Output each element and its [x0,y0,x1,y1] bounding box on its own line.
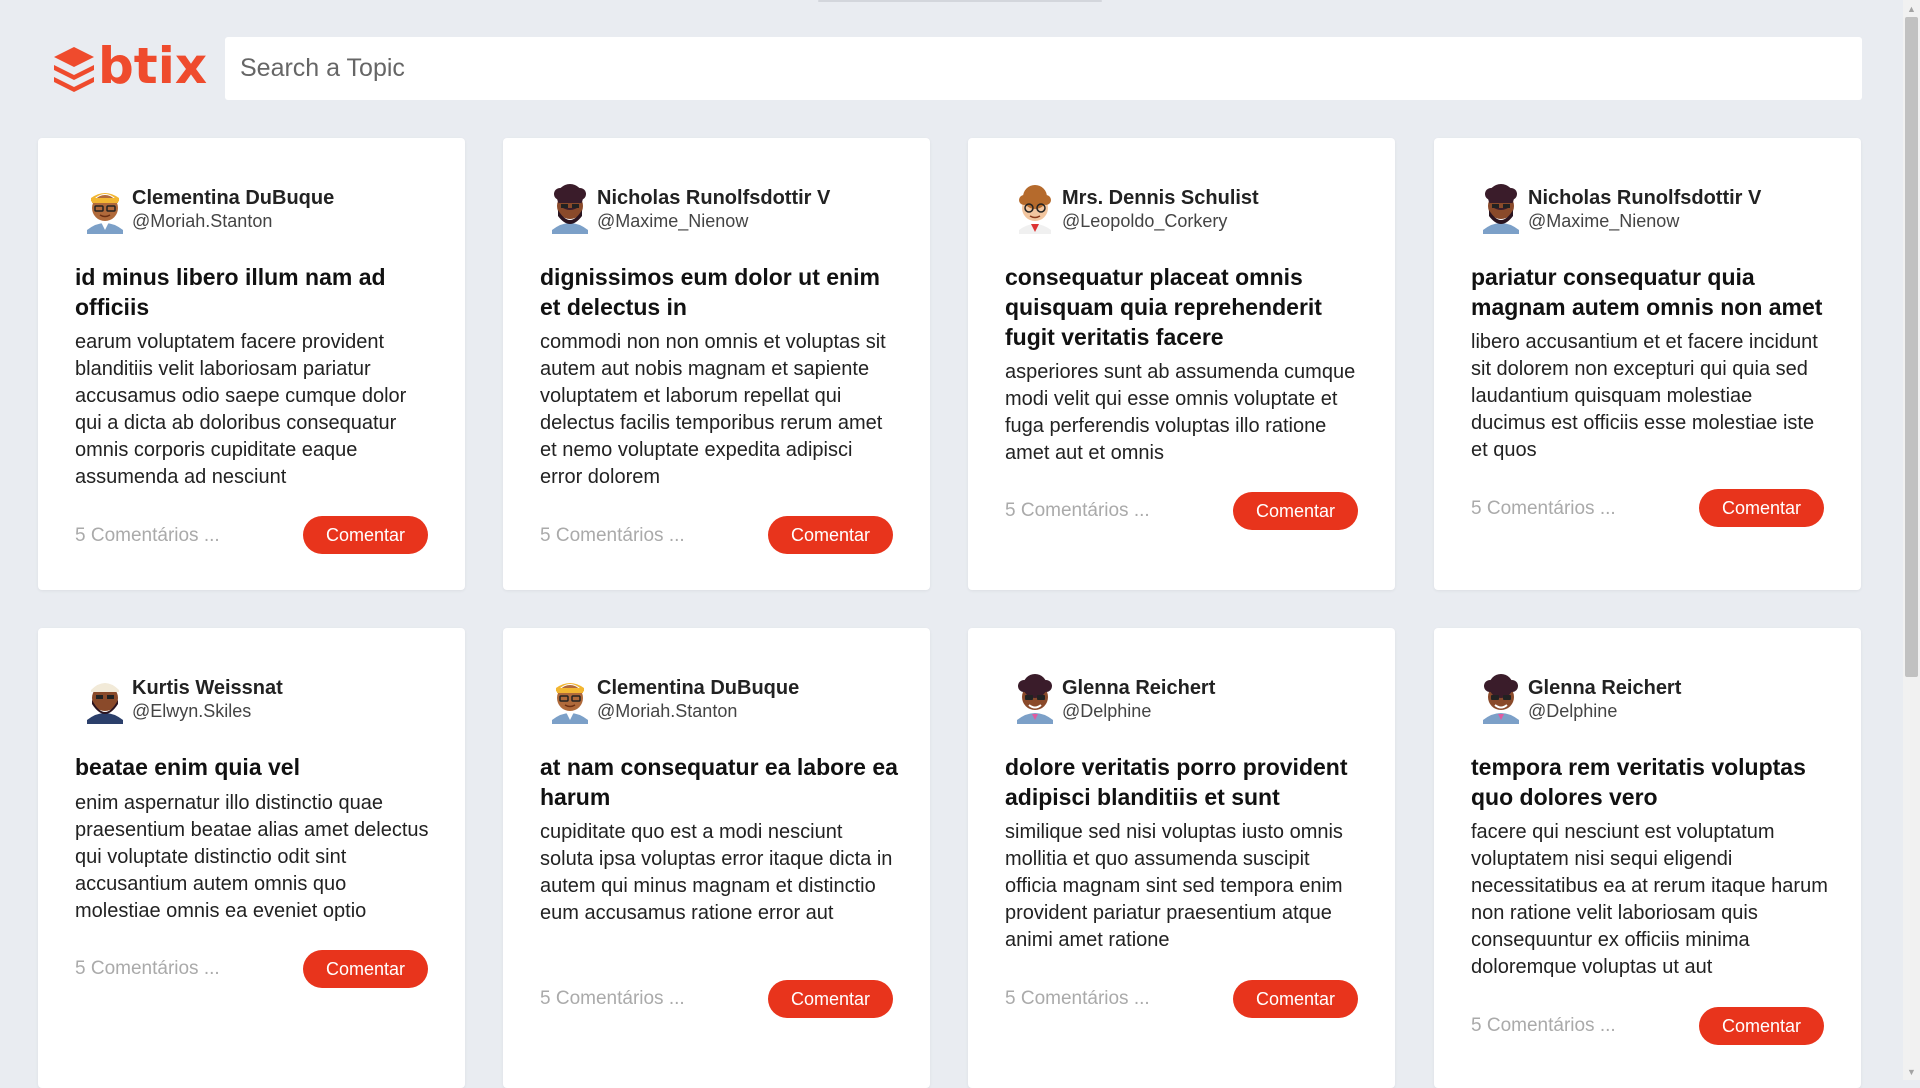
post-body: commodi non non omnis et voluptas sit au… [540,331,886,488]
comment-button[interactable]: Comentar [1233,492,1358,530]
comment-button[interactable]: Comentar [303,516,428,554]
author-name[interactable]: Glenna Reichert [1062,676,1215,700]
avatar [1483,674,1519,724]
post-card: Glenna Reichert @Delphine dolore veritat… [968,628,1395,1088]
post-body: facere qui nesciunt est voluptatum volup… [1471,821,1828,978]
post-card: Clementina DuBuque @Moriah.Stanton id mi… [38,138,465,590]
scroll-up-arrow-icon[interactable]: ▲ [1903,0,1920,17]
post-author: Glenna Reichert @Delphine [1013,674,1215,724]
avatar [552,184,588,234]
post-title: dolore veritatis porro provident adipisc… [1005,754,1348,810]
avatar [1017,674,1053,724]
vertical-scrollbar[interactable]: ▲ ▼ [1903,0,1920,1080]
scroll-down-arrow-icon[interactable]: ▼ [1903,1063,1920,1080]
author-name[interactable]: Nicholas Runolfsdottir V [1528,186,1761,210]
avatar [87,193,123,234]
post-body: similique sed nisi voluptas iusto omnis … [1005,821,1343,951]
post-body: enim aspernatur illo distinctio quae pra… [75,792,429,922]
app-header: btix [38,37,1862,100]
comments-count[interactable]: 5 Comentários ... [1471,1015,1616,1037]
post-author: Clementina DuBuque @Moriah.Stanton [548,674,799,724]
comments-count[interactable]: 5 Comentários ... [1005,988,1150,1010]
layers-logo-icon [54,47,94,92]
post-card: Glenna Reichert @Delphine tempora rem ve… [1434,628,1861,1088]
author-handle: @Delphine [1528,701,1618,721]
post-card: Nicholas Runolfsdottir V @Maxime_Nienow … [1434,138,1861,590]
author-handle: @Moriah.Stanton [597,701,738,721]
comments-count[interactable]: 5 Comentários ... [1005,500,1150,522]
post-body: earum voluptatem facere provident blandi… [75,331,407,488]
author-name[interactable]: Glenna Reichert [1528,676,1681,700]
post-author: Glenna Reichert @Delphine [1479,674,1681,724]
comment-button[interactable]: Comentar [1699,489,1824,527]
author-handle: @Maxime_Nienow [597,211,749,231]
post-author: Mrs. Dennis Schulist @Leopoldo_Corkery [1013,184,1259,234]
post-author: Nicholas Runolfsdottir V @Maxime_Nienow [1479,184,1761,234]
comment-button[interactable]: Comentar [1233,980,1358,1018]
post-body: asperiores sunt ab assumenda cumque modi… [1005,361,1356,464]
post-author: Clementina DuBuque @Moriah.Stanton [83,184,334,234]
author-name[interactable]: Clementina DuBuque [132,186,334,210]
author-handle: @Elwyn.Skiles [132,701,252,721]
post-card: Clementina DuBuque @Moriah.Stanton at na… [503,628,930,1088]
author-handle: @Moriah.Stanton [132,211,273,231]
comment-button[interactable]: Comentar [303,950,428,988]
comment-button[interactable]: Comentar [1699,1007,1824,1045]
avatar [1019,185,1051,234]
author-name[interactable]: Mrs. Dennis Schulist [1062,186,1259,210]
author-handle: @Delphine [1062,701,1152,721]
post-title: at nam consequatur ea labore ea harum [540,754,898,810]
avatar [1483,184,1519,234]
author-name[interactable]: Clementina DuBuque [597,676,799,700]
top-divider [818,0,1102,2]
logo-text: btix [98,37,208,95]
author-name[interactable]: Kurtis Weissnat [132,676,283,700]
author-handle: @Maxime_Nienow [1528,211,1680,231]
post-author: Kurtis Weissnat @Elwyn.Skiles [83,674,283,724]
comments-count[interactable]: 5 Comentários ... [75,958,220,980]
post-card: Mrs. Dennis Schulist @Leopoldo_Corkery c… [968,138,1395,590]
post-body: cupiditate quo est a modi nesciunt solut… [540,821,893,924]
scrollbar-thumb[interactable] [1905,17,1918,677]
comments-count[interactable]: 5 Comentários ... [1471,498,1616,520]
post-body: libero accusantium et et facere incidunt… [1471,331,1818,461]
post-title: consequatur placeat omnis quisquam quia … [1005,264,1322,350]
author-handle: @Leopoldo_Corkery [1062,211,1228,231]
logo[interactable]: btix [52,37,212,95]
post-card: Kurtis Weissnat @Elwyn.Skiles beatae eni… [38,628,465,1088]
author-name[interactable]: Nicholas Runolfsdottir V [597,186,830,210]
post-title: beatae enim quia vel [75,754,300,780]
search-input[interactable] [225,37,1862,100]
avatar [87,683,123,724]
comment-button[interactable]: Comentar [768,980,893,1018]
post-title: dignissimos eum dolor ut enim et delectu… [540,264,880,320]
avatar [552,683,588,724]
post-title: pariatur consequatur quia magnam autem o… [1471,264,1823,320]
post-title: tempora rem veritatis voluptas quo dolor… [1471,754,1806,810]
comments-count[interactable]: 5 Comentários ... [75,525,220,547]
comment-button[interactable]: Comentar [768,516,893,554]
post-title: id minus libero illum nam ad officiis [75,264,386,320]
comments-count[interactable]: 5 Comentários ... [540,988,685,1010]
post-card: Nicholas Runolfsdottir V @Maxime_Nienow … [503,138,930,590]
post-author: Nicholas Runolfsdottir V @Maxime_Nienow [548,184,830,234]
comments-count[interactable]: 5 Comentários ... [540,525,685,547]
